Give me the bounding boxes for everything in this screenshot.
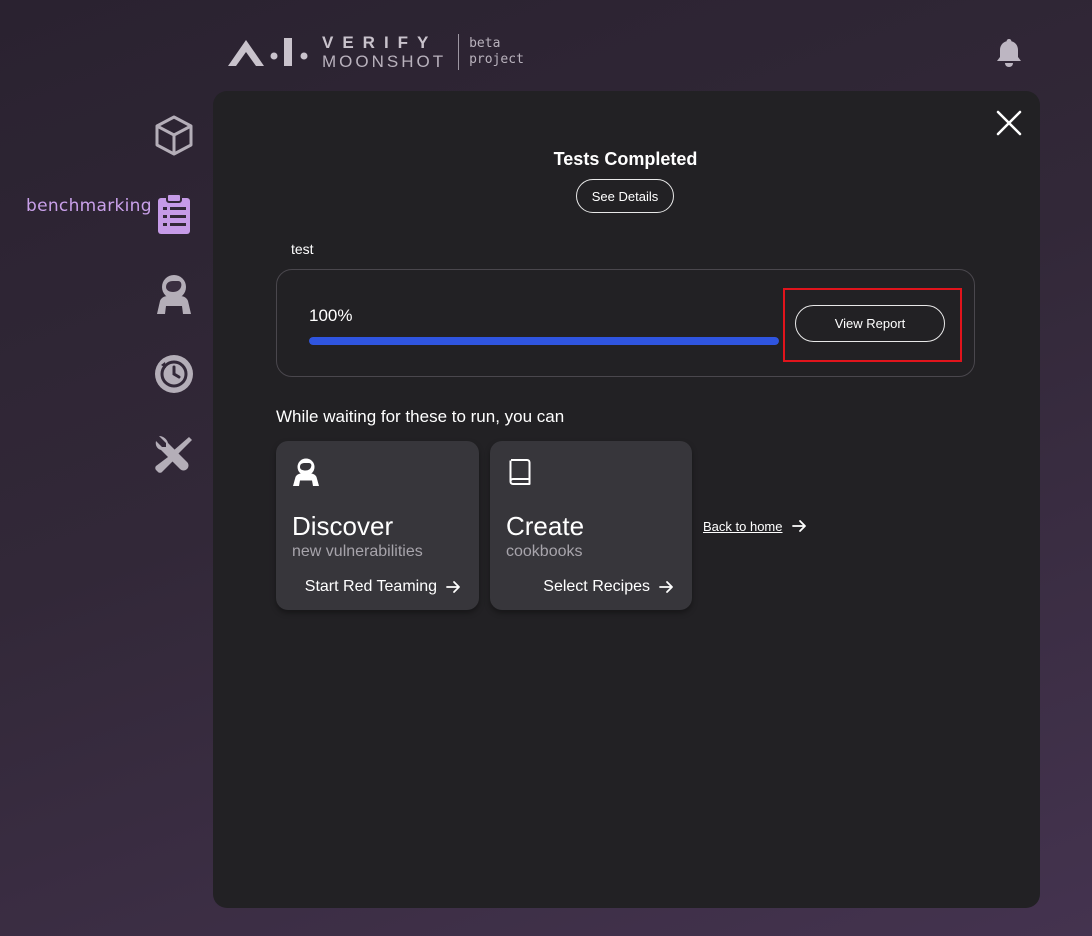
card-subtitle: cookbooks [506,543,583,560]
tools-icon[interactable] [153,433,195,475]
ai-logo-icon [228,34,312,70]
logo-moonshot-text: MOONSHOT [322,52,447,71]
arrow-right-icon [659,581,673,593]
sidebar-label-benchmarking[interactable]: benchmarking [26,196,152,216]
card-action-label: Start Red Teaming [304,578,437,595]
start-red-teaming-link[interactable]: Start Red Teaming [305,578,461,596]
logo-wordmark: VERIFY MOONSHOT [322,34,446,70]
waiting-message: While waiting for these to run, you can [276,407,565,426]
close-icon[interactable] [995,109,1023,137]
progress-percentage: 100% [309,306,353,325]
logo-divider [458,34,460,70]
history-icon[interactable] [153,353,195,395]
arrow-right-icon [791,520,806,532]
card-title: Discover [292,511,394,541]
cube-icon[interactable] [153,114,195,156]
arrow-right-icon [446,581,460,593]
back-to-home-link[interactable]: Back to home [703,518,807,534]
app-logo: VERIFY MOONSHOT beta project [228,34,524,70]
select-recipes-link[interactable]: Select Recipes [543,578,674,596]
logo-beta-text: beta [469,36,501,51]
logo-tagline: beta project [469,36,524,68]
card-subtitle: new vulnerabilities [292,543,423,560]
create-card[interactable]: Create cookbooks Select Recipes [490,441,692,610]
logo-project-text: project [469,52,524,67]
book-icon [505,457,535,487]
view-report-button[interactable]: View Report [795,305,945,342]
see-details-button[interactable]: See Details [576,179,674,213]
card-title: Create [506,511,585,541]
test-progress-card: 100% View Report [276,269,975,377]
clipboard-list-icon[interactable] [153,193,195,235]
card-action-label: Select Recipes [543,578,650,595]
back-to-home-label: Back to home [703,518,783,534]
bell-icon[interactable] [992,36,1026,70]
test-name-label: test [291,241,314,257]
logo-verify-text: VERIFY [322,33,438,52]
panel-title: Tests Completed [553,149,698,169]
discover-card[interactable]: Discover new vulnerabilities Start Red T… [276,441,479,610]
red-teaming-astronaut-icon[interactable] [153,273,195,315]
tests-completed-panel: Tests Completed See Details test 100% Vi… [213,91,1040,908]
astronaut-icon [291,457,321,487]
progress-bar [309,337,779,345]
progress-bar-fill [309,337,779,345]
